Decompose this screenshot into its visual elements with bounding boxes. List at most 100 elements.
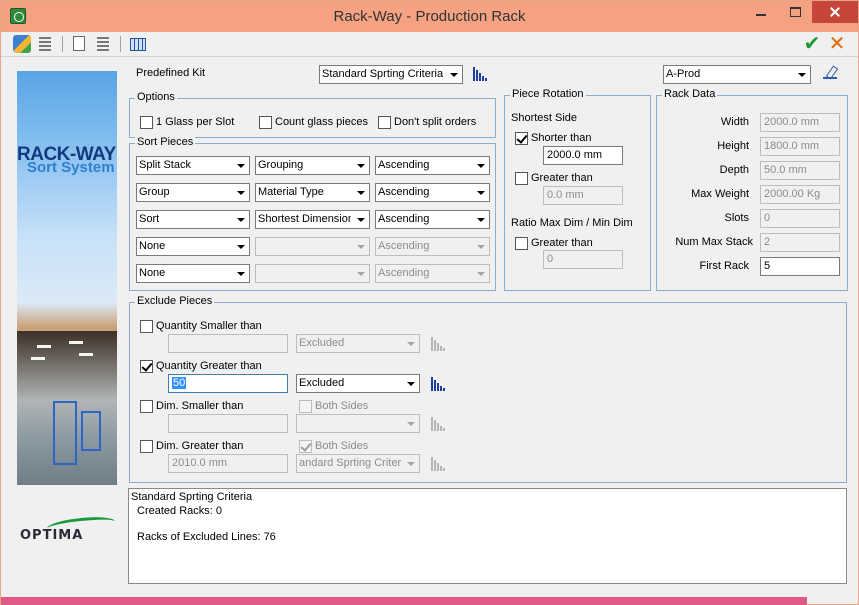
dim-smaller-label: Dim. Smaller than [156, 400, 244, 412]
sort-row-3-order-select[interactable]: Ascending [375, 210, 490, 229]
shortest-side-label: Shortest Side [511, 112, 578, 124]
ceiling-light [31, 357, 45, 360]
sort-row-1-order-select[interactable]: Ascending [375, 156, 490, 175]
table-icon[interactable] [130, 38, 146, 51]
toolbar-separator [120, 36, 121, 52]
num-max-stack-input: 2 [760, 233, 840, 252]
side-banner: RACK-WAY Sort System [17, 71, 117, 485]
chevron-down-icon[interactable] [472, 184, 489, 201]
bar-chart-icon [431, 337, 445, 351]
ratio-input: 0 [543, 250, 623, 269]
chevron-down-icon[interactable] [472, 211, 489, 228]
chevron-down-icon[interactable] [793, 66, 810, 83]
toolbar: ✔ ✕ [1, 32, 858, 57]
slots-label: Slots [724, 212, 749, 224]
ratio-greater-label: Greater than [531, 237, 593, 249]
qty-smaller-checkbox[interactable] [140, 320, 153, 333]
piece-rotation-title: Piece Rotation [510, 88, 586, 100]
dim-greater-checkbox[interactable] [140, 440, 153, 453]
predefined-kit-select[interactable]: Standard Sprting Criteria [319, 65, 463, 84]
ceiling-light [37, 345, 51, 348]
maximize-button[interactable] [779, 1, 809, 23]
checkmark-icon[interactable]: ✔ [803, 34, 821, 54]
sort-row-1-field-select[interactable]: Split Stack [136, 156, 250, 175]
chevron-down-icon[interactable] [232, 184, 249, 201]
summary-excluded-racks-line: Racks of Excluded Lines: 76 [137, 531, 276, 543]
ratio-label: Ratio Max Dim / Min Dim [511, 217, 633, 229]
sort-row-3-field-select[interactable]: Sort [136, 210, 250, 229]
chevron-down-icon[interactable] [472, 157, 489, 174]
max-weight-input: 2000.00 Kg [760, 185, 840, 204]
bar-chart-icon [431, 417, 445, 431]
options-group: Options 1 Glass per Slot Count glass pie… [129, 91, 496, 138]
application-window: Rack-Way - Production Rack ✔ ✕ RACK-WAY … [0, 0, 859, 605]
rack-frame [81, 411, 101, 451]
depth-input: 50.0 mm [760, 161, 840, 180]
first-rack-label: First Rack [699, 260, 750, 272]
sort-row-2-criterion-select[interactable]: Material Type [255, 183, 370, 202]
dim-smaller-checkbox[interactable] [140, 400, 153, 413]
options-title: Options [135, 91, 177, 103]
chevron-down-icon [402, 415, 419, 432]
dim-greater-both-checkbox [299, 440, 312, 453]
bar-chart-icon[interactable] [473, 67, 487, 81]
sort-row-2-order-select[interactable]: Ascending [375, 183, 490, 202]
chevron-down-icon[interactable] [445, 66, 462, 83]
qty-greater-checkbox[interactable] [140, 360, 153, 373]
cancel-icon[interactable]: ✕ [828, 34, 846, 54]
chevron-down-icon [472, 265, 489, 282]
chevron-down-icon[interactable] [352, 157, 369, 174]
chevron-down-icon[interactable] [232, 157, 249, 174]
shorter-than-checkbox[interactable] [515, 132, 528, 145]
list-icon[interactable] [97, 37, 109, 51]
sort-row-4-criterion-select [255, 237, 370, 256]
first-rack-input[interactable]: 5 [760, 257, 840, 276]
qty-greater-mode-select[interactable]: Excluded [296, 374, 420, 393]
new-document-icon[interactable] [73, 36, 85, 51]
ratio-greater-checkbox[interactable] [515, 237, 528, 250]
exclude-pieces-group: Exclude Pieces Quantity Smaller than Exc… [129, 295, 847, 483]
dont-split-label: Don't split orders [394, 116, 477, 128]
chevron-down-icon[interactable] [232, 265, 249, 282]
qty-greater-input[interactable]: 50 [168, 374, 288, 393]
chevron-down-icon[interactable] [352, 211, 369, 228]
dim-greater-criteria-select: andard Sprting Criteria [296, 454, 420, 473]
rack-data-title: Rack Data [662, 88, 718, 100]
sort-row-4-field-select[interactable]: None [136, 237, 250, 256]
list-icon[interactable] [39, 37, 51, 51]
shorter-than-input[interactable]: 2000.0 mm [543, 146, 623, 165]
sort-row-2-field-select[interactable]: Group [136, 183, 250, 202]
summary-textbox[interactable]: Standard Sprting Criteria Created Racks:… [128, 488, 847, 584]
chevron-down-icon[interactable] [232, 211, 249, 228]
sort-row-3-criterion-select[interactable]: Shortest Dimension [255, 210, 370, 229]
rack-data-group: Rack Data Width 2000.0 mm Height 1800.0 … [656, 88, 848, 291]
dont-split-checkbox[interactable] [378, 116, 391, 129]
bar-chart-icon[interactable] [431, 377, 445, 391]
greater-than-checkbox[interactable] [515, 172, 528, 185]
sort-row-1-criterion-select[interactable]: Grouping [255, 156, 370, 175]
rack-select[interactable]: A-Prod [663, 65, 811, 84]
count-glass-checkbox[interactable] [259, 116, 272, 129]
minimize-button[interactable] [746, 1, 776, 23]
piece-rotation-group: Piece Rotation Shortest Side Shorter tha… [504, 88, 651, 291]
sort-row-5-field-select[interactable]: None [136, 264, 250, 283]
height-label: Height [717, 140, 749, 152]
edit-pen-icon[interactable] [823, 66, 837, 80]
banner-subtitle: Sort System [27, 159, 115, 176]
qty-smaller-label: Quantity Smaller than [156, 320, 262, 332]
chevron-down-icon[interactable] [232, 238, 249, 255]
one-glass-checkbox[interactable] [140, 116, 153, 129]
close-button[interactable] [812, 1, 858, 23]
slots-input: 0 [760, 209, 840, 228]
summary-created-racks-line: Created Racks: 0 [137, 505, 222, 517]
chevron-down-icon[interactable] [402, 375, 419, 392]
ceiling-light [79, 353, 93, 356]
num-max-stack-label: Num Max Stack [675, 236, 753, 248]
title-bar: Rack-Way - Production Rack [1, 1, 858, 32]
height-input: 1800.0 mm [760, 137, 840, 156]
taskbar-strip [1, 597, 807, 605]
open-icon[interactable] [13, 35, 31, 53]
one-glass-label: 1 Glass per Slot [156, 116, 235, 128]
chevron-down-icon[interactable] [352, 184, 369, 201]
ceiling-light [69, 341, 83, 344]
